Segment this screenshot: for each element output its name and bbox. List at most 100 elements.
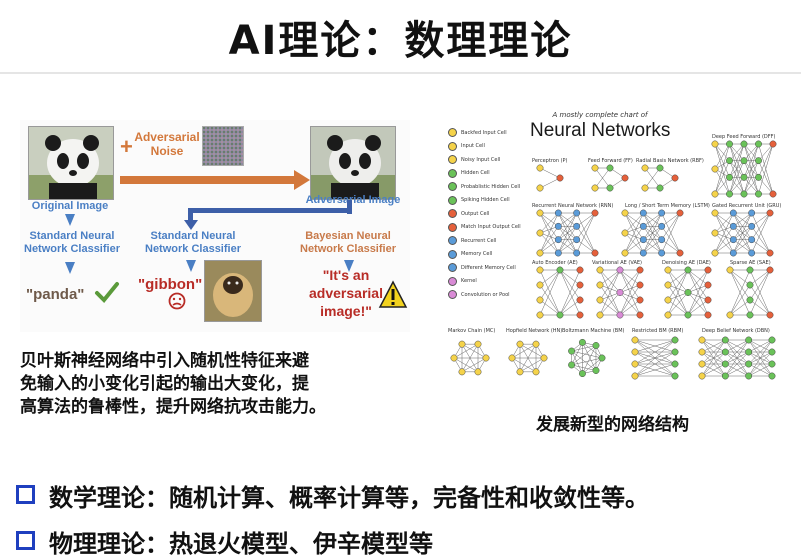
warning-icon bbox=[378, 280, 408, 308]
branch-arrow-right bbox=[347, 200, 352, 214]
nn-node bbox=[711, 165, 719, 173]
nn-node bbox=[450, 354, 458, 362]
nn-node bbox=[726, 190, 733, 198]
nn-node bbox=[639, 222, 647, 230]
bullet-math-theory: 数学理论：随机计算、概率计算等，完备性和收敛性等。 bbox=[16, 478, 649, 513]
nn-node bbox=[658, 209, 666, 217]
square-bullet-icon bbox=[16, 531, 35, 550]
nn-node bbox=[768, 372, 776, 380]
nn-node bbox=[639, 236, 647, 244]
nn-node bbox=[729, 222, 737, 230]
nn-node bbox=[721, 372, 729, 380]
bullet-physics-theory: 物理理论：热退火模型、伊辛模型等 bbox=[16, 524, 433, 559]
nn-node bbox=[606, 164, 614, 172]
nn-node bbox=[729, 209, 737, 217]
nn-node bbox=[516, 340, 524, 348]
nn-node bbox=[748, 222, 756, 230]
nn-node bbox=[573, 222, 581, 230]
nn-node bbox=[616, 289, 624, 296]
nn-node bbox=[536, 266, 544, 274]
nn-node bbox=[711, 140, 719, 148]
output-adversarial-label: "It's an adversarial image!" bbox=[309, 267, 383, 319]
panda-picture-icon bbox=[29, 127, 113, 199]
nn-node bbox=[636, 281, 644, 289]
nn-edge bbox=[687, 269, 709, 286]
nn-node bbox=[536, 164, 544, 172]
nn-node bbox=[596, 296, 604, 304]
nn-node bbox=[631, 360, 639, 368]
nn-node bbox=[671, 348, 679, 356]
nn-node bbox=[721, 336, 729, 344]
nn-node bbox=[704, 311, 712, 319]
nn-node bbox=[768, 360, 776, 368]
nn-node bbox=[536, 311, 544, 319]
nn-node bbox=[639, 209, 647, 217]
nn-node bbox=[532, 368, 540, 376]
nn-node bbox=[636, 311, 644, 319]
nn-node bbox=[576, 266, 584, 274]
nn-node bbox=[755, 157, 762, 165]
output-gibbon-label: "gibbon" bbox=[138, 276, 203, 293]
nn-caption: 发展新型的网络结构 bbox=[536, 415, 689, 435]
nn-node bbox=[755, 190, 762, 198]
checkmark-icon bbox=[95, 282, 119, 303]
nn-node bbox=[769, 140, 777, 148]
nn-node bbox=[576, 281, 584, 289]
nn-edge bbox=[539, 269, 561, 286]
nn-node bbox=[576, 311, 584, 319]
nn-node bbox=[676, 249, 684, 257]
nn-edge bbox=[729, 299, 751, 316]
slide-title: AI理论：数理理论 bbox=[228, 18, 573, 64]
nn-node bbox=[536, 209, 544, 217]
nn-node bbox=[729, 249, 737, 257]
plus-icon: + bbox=[120, 134, 133, 159]
nn-node bbox=[729, 236, 737, 244]
nn-diagrams bbox=[450, 140, 777, 380]
nn-node bbox=[474, 340, 482, 348]
nn-node bbox=[616, 311, 624, 319]
nn-node bbox=[726, 266, 734, 274]
branch-arrow-bar bbox=[188, 208, 352, 213]
nn-node bbox=[596, 311, 604, 319]
nn-node bbox=[746, 281, 754, 289]
nn-node bbox=[592, 342, 600, 349]
nn-node bbox=[540, 354, 548, 362]
nn-node bbox=[664, 311, 672, 319]
arrow-down-icon bbox=[65, 214, 75, 226]
nn-node bbox=[768, 336, 776, 344]
nn-node bbox=[704, 281, 712, 289]
nn-node bbox=[554, 222, 562, 230]
nn-node bbox=[748, 249, 756, 257]
nn-node bbox=[684, 311, 692, 319]
nn-node bbox=[755, 140, 762, 148]
nn-node bbox=[766, 249, 774, 257]
nn-node bbox=[740, 190, 748, 198]
adversarial-noise-label: Adversarial Noise bbox=[134, 130, 200, 158]
noise-pattern-icon bbox=[203, 127, 243, 165]
nn-node bbox=[766, 209, 774, 217]
nn-node bbox=[726, 311, 734, 319]
neural-network-chart: A mostly complete chart of Neural Networ… bbox=[440, 108, 785, 408]
nn-edge bbox=[667, 269, 689, 286]
nn-node bbox=[755, 173, 762, 181]
nn-node bbox=[676, 209, 684, 217]
title-divider bbox=[0, 72, 801, 74]
nn-node bbox=[556, 266, 564, 274]
nn-node bbox=[598, 354, 606, 362]
adversarial-image-label: Adversarial Image bbox=[305, 194, 401, 206]
nn-node bbox=[641, 184, 649, 192]
adversarial-panda-image bbox=[310, 126, 396, 200]
nn-node bbox=[508, 354, 516, 362]
standard-nn-classifier-2: Standard Neural Network Classifier bbox=[145, 230, 241, 255]
nn-node bbox=[748, 236, 756, 244]
nn-node bbox=[621, 209, 629, 217]
nn-node bbox=[726, 157, 733, 165]
nn-node bbox=[664, 281, 672, 289]
nn-edge bbox=[599, 269, 621, 286]
nn-node bbox=[556, 174, 564, 182]
nn-node bbox=[636, 296, 644, 304]
nn-node bbox=[536, 249, 544, 257]
nn-node bbox=[516, 368, 524, 376]
nn-node bbox=[573, 249, 581, 257]
nn-node bbox=[768, 348, 776, 356]
